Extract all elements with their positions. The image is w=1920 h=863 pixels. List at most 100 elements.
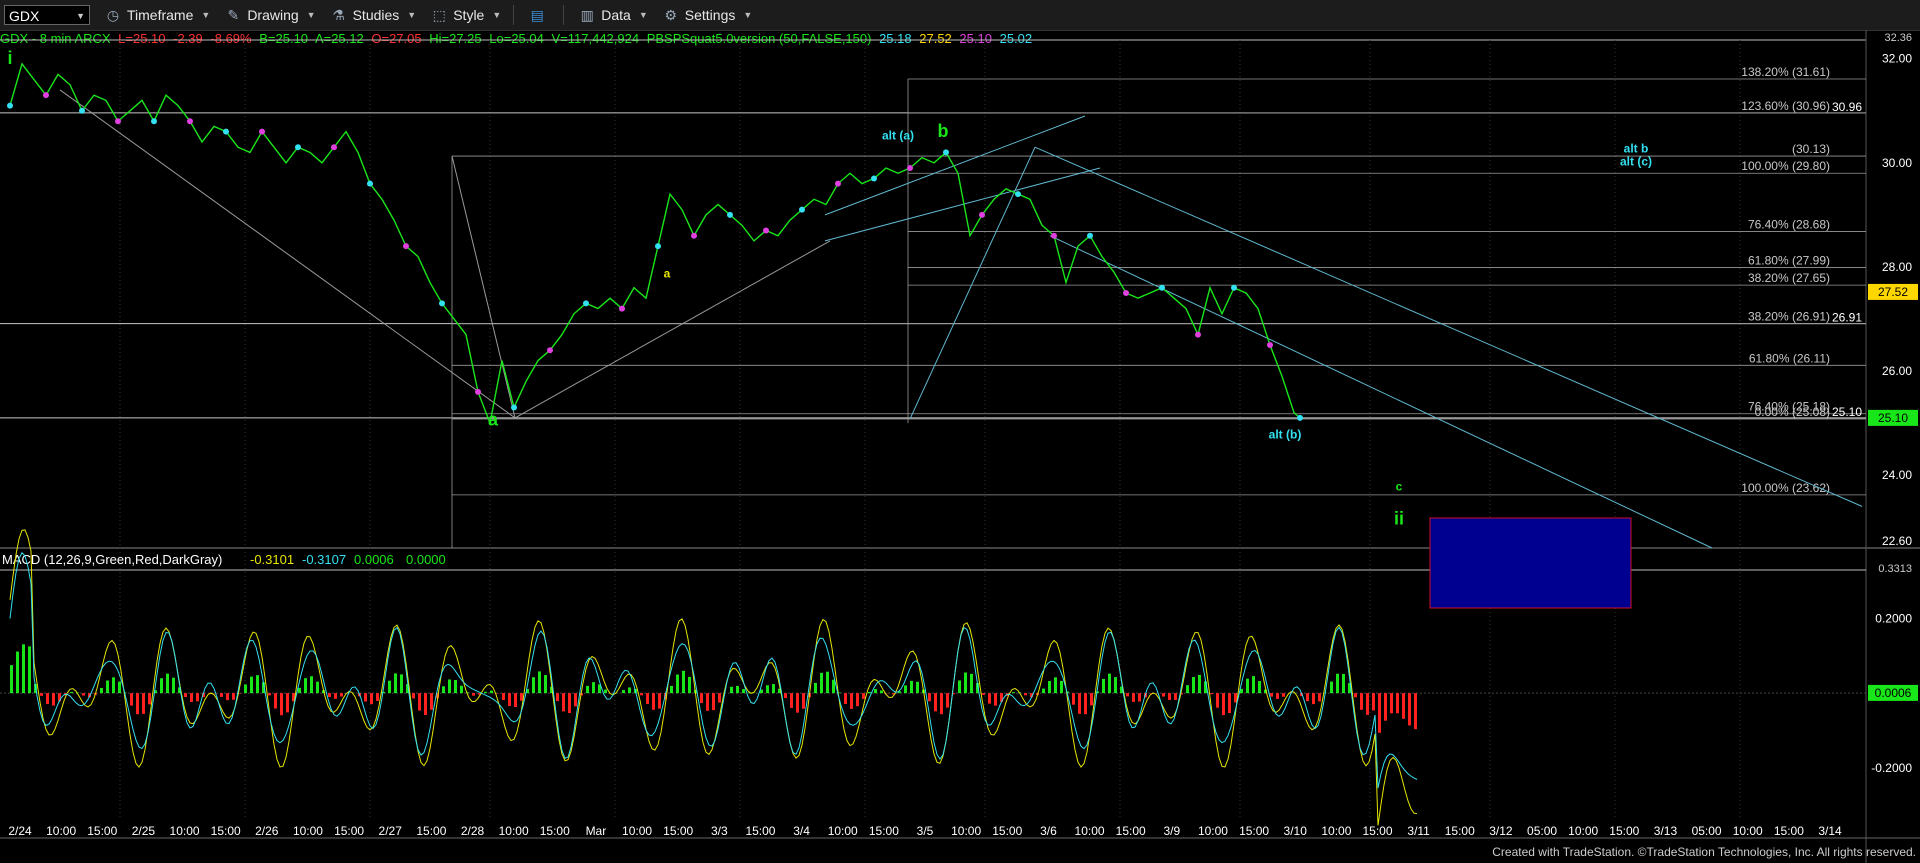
macd-hist-bar [472, 693, 475, 696]
macd-hist-bar [10, 665, 13, 694]
time-tick: 15:00 [1774, 824, 1804, 838]
macd-hist-bar [484, 691, 487, 694]
macd-hist-bar [172, 677, 175, 694]
macd-hist-bar [1246, 678, 1249, 694]
macd-hist-bar [1330, 681, 1333, 694]
toolbar-divider [563, 5, 565, 25]
macd-hist-bar [670, 685, 673, 694]
time-tick: 10:00 [1198, 824, 1228, 838]
macd-tick: -0.2000 [1871, 761, 1912, 775]
time-tick: 15:00 [745, 824, 775, 838]
pivot-dot [871, 175, 877, 182]
fib-label: (30.13) [1792, 142, 1830, 156]
macd-hist-bar [1378, 693, 1381, 733]
gear-icon: ⚙ [664, 7, 678, 23]
layout-button[interactable]: ▤ [528, 7, 551, 23]
symbol-selector[interactable]: GDX ▼ [4, 5, 90, 25]
macd-hist-bar [1270, 693, 1273, 697]
settings-menu[interactable]: ⚙ Settings ▼ [662, 7, 753, 23]
macd-hist-bar [1084, 693, 1087, 715]
macd-hist-bar [658, 693, 661, 709]
macd-hist-bar [232, 693, 235, 700]
trend-line [514, 240, 831, 419]
macd-hist-bar [1408, 693, 1411, 726]
macd-hist-bar [1222, 693, 1225, 716]
fib-label: 100.00% (23.62) [1741, 481, 1830, 495]
timeframe-menu[interactable]: ◷ Timeframe ▼ [104, 7, 210, 23]
time-tick: 15:00 [1362, 824, 1392, 838]
data-menu[interactable]: ▥ Data ▼ [578, 7, 648, 23]
macd-hist-bar [1216, 693, 1219, 708]
macd-hist-bar [112, 677, 115, 694]
macd-hist-bar [1054, 677, 1057, 694]
time-tick: 2/28 [461, 824, 485, 838]
price-line [9, 62, 1301, 426]
macd-hist-bar [412, 693, 415, 699]
drawing-label: Drawing [247, 7, 299, 23]
macd-value: 0.0000 [406, 552, 446, 567]
drawing-menu[interactable]: ✎ Drawing ▼ [224, 7, 315, 23]
macd-hist-bar [388, 680, 391, 694]
macd-hist-bar [148, 693, 151, 705]
macd-hist-bar [1336, 673, 1339, 694]
pivot-dot [331, 144, 337, 151]
chevron-down-icon: ▼ [743, 10, 753, 20]
macd-hist-bar [1132, 693, 1135, 702]
time-tick: 10:00 [499, 824, 529, 838]
macd-hist-bar [988, 693, 991, 704]
fib-label: 100.00% (29.80) [1741, 159, 1830, 173]
pivot-dot [475, 388, 481, 395]
chart-toolbar: GDX ▼ ◷ Timeframe ▼ ✎ Drawing ▼ ⚗ Studies ▼… [0, 0, 1920, 31]
wave-label: c [1396, 480, 1403, 494]
macd-hist-bar [586, 685, 589, 694]
time-tick: 10:00 [1568, 824, 1598, 838]
macd-tick: 0.2000 [1875, 612, 1912, 626]
macd-hist-bar [856, 693, 859, 707]
macd-hist-bar [964, 672, 967, 694]
trend-line [1049, 235, 1713, 549]
pivot-dot [1159, 284, 1165, 291]
macd-hist-bar [874, 689, 877, 694]
fib-label: 123.60% (30.96) [1741, 99, 1830, 113]
macd-hist-bar [280, 693, 283, 716]
macd-hist-bar [394, 673, 397, 694]
macd-hist-bar [700, 693, 703, 704]
pivot-dot [799, 206, 805, 213]
macd-label: MACD (12,26,9,Green,Red,DarkGray) [2, 552, 222, 567]
macd-hist-bar [28, 646, 31, 694]
wave-labels: i a a alt (a) b alt (b) c ii alt balt (c) [7, 48, 1652, 529]
time-tick: 10:00 [622, 824, 652, 838]
macd-hist-bar [1276, 693, 1279, 699]
time-tick: 05:00 [1692, 824, 1722, 838]
price-axis: 32.00 30.00 28.00 26.00 24.00 32.36 22.60 27.52… [1868, 32, 1918, 548]
time-tick: 15:00 [416, 824, 446, 838]
macd-hist-bar [1012, 692, 1015, 694]
studies-menu[interactable]: ⚗ Studies ▼ [330, 7, 417, 23]
chevron-down-icon: ▼ [407, 10, 417, 20]
time-tick: 3/9 [1163, 824, 1180, 838]
macd-hist-bar [940, 693, 943, 715]
macd-hist-bar [298, 687, 301, 694]
macd-hist-bar [1024, 693, 1027, 696]
price-chart[interactable]: 138.20% (31.61) 123.60% (30.96) (30.13) 100… [0, 30, 1920, 863]
time-tick: 2/26 [255, 824, 279, 838]
pivot-dot [223, 128, 229, 135]
macd-hist-bar [1114, 677, 1117, 694]
fib-label: 76.40% (28.68) [1748, 218, 1830, 232]
pivot-dot [1195, 331, 1201, 338]
macd-hist-bar [1402, 693, 1405, 719]
price-tick: 26.00 [1882, 364, 1912, 378]
time-tick: 3/6 [1040, 824, 1057, 838]
macd-hist-bar [802, 693, 805, 709]
macd-badge-text: 0.0006 [1875, 686, 1912, 700]
style-menu[interactable]: ⬚ Style ▼ [430, 7, 502, 23]
macd-hist-bar [544, 675, 547, 694]
macd-hist-bar [340, 693, 343, 697]
pivot-dot [43, 92, 49, 99]
fib-label: 138.20% (31.61) [1741, 65, 1830, 79]
pivot-dot [1267, 342, 1273, 349]
pivot-dot [691, 232, 697, 239]
pivot-dot [1123, 289, 1129, 296]
macd-hist-bar [820, 672, 823, 694]
macd-hist-bar [376, 693, 379, 701]
